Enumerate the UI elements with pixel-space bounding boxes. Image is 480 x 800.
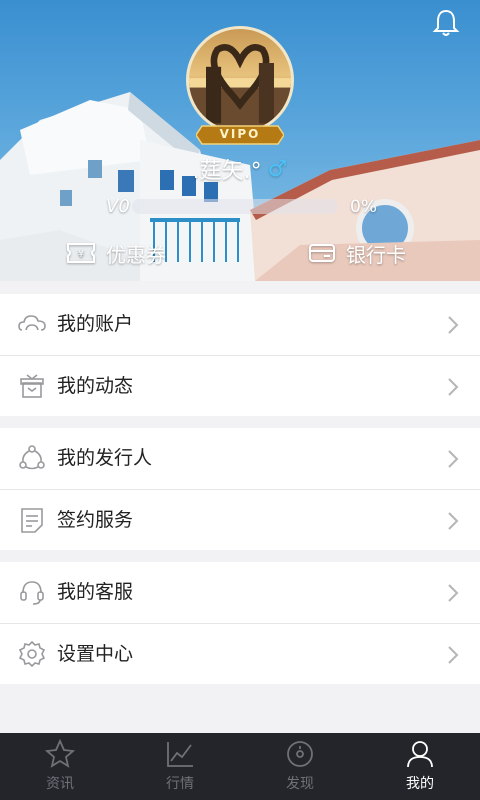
chevron-right-icon	[448, 316, 459, 334]
menu-item-signing-service[interactable]: 签约服务	[0, 489, 480, 550]
menu-item-my-activity[interactable]: 我的动态	[0, 355, 480, 416]
gender-male-icon: ♂	[267, 156, 288, 182]
avatar[interactable]	[186, 26, 294, 134]
chart-line-icon	[167, 742, 193, 767]
bank-card-label: 银行卡	[346, 242, 406, 267]
menu-group-account: 我的账户 我的动态	[0, 294, 480, 416]
gear-icon	[18, 640, 46, 668]
level-progress-bar	[132, 199, 338, 214]
coupon-button[interactable]: ¥ 优惠券	[66, 234, 166, 272]
tab-news[interactable]: 资讯	[0, 733, 120, 800]
username-row: .莛矢.° ♂	[0, 152, 480, 186]
cloud-icon	[18, 315, 46, 331]
username: .莛矢.°	[192, 159, 262, 184]
chevron-right-icon	[448, 450, 459, 468]
tab-me[interactable]: 我的	[360, 733, 480, 800]
person-icon	[407, 741, 433, 768]
profile-header: VIPO .莛矢.° ♂ V0 0% ¥ 优惠券 银行卡	[0, 0, 480, 281]
tab-label: 我的	[406, 776, 434, 792]
chevron-right-icon	[448, 584, 459, 602]
notification-bell-icon[interactable]	[432, 8, 460, 38]
gift-box-icon	[20, 374, 44, 398]
tab-market[interactable]: 行情	[120, 733, 240, 800]
menu-item-customer-service[interactable]: 我的客服	[0, 562, 480, 623]
vip-badge-text: VIPO	[219, 127, 261, 141]
menu-item-my-issuer[interactable]: 我的发行人	[0, 428, 480, 489]
share-nodes-icon	[19, 445, 45, 470]
bottom-tab-bar: 资讯 行情 发现 我的	[0, 733, 480, 800]
menu-item-settings[interactable]: 设置中心	[0, 623, 480, 684]
tab-label: 发现	[286, 776, 314, 792]
document-icon	[21, 508, 43, 533]
menu-item-my-account[interactable]: 我的账户	[0, 294, 480, 355]
menu-item-label: 我的发行人	[57, 447, 153, 469]
tab-label: 资讯	[46, 776, 74, 792]
tab-discover[interactable]: 发现	[240, 733, 360, 800]
menu-item-label: 签约服务	[57, 509, 134, 531]
bank-card-button[interactable]: 银行卡	[308, 234, 406, 272]
coupon-label: 优惠券	[106, 242, 166, 267]
menu-group-support: 我的客服 设置中心	[0, 562, 480, 684]
chevron-right-icon	[448, 378, 459, 396]
svg-text:¥: ¥	[78, 249, 84, 260]
menu-item-label: 我的客服	[57, 581, 134, 603]
level-label: V0	[106, 196, 130, 217]
chevron-right-icon	[448, 646, 459, 664]
coupon-icon: ¥	[67, 243, 95, 263]
headset-icon	[20, 581, 44, 605]
compass-icon	[287, 741, 313, 767]
menu-item-label: 我的动态	[57, 375, 134, 397]
menu-group-services: 我的发行人 签约服务	[0, 428, 480, 550]
tab-label: 行情	[166, 776, 194, 792]
bank-card-icon	[309, 244, 335, 262]
level-progress-text: 0%	[350, 197, 377, 217]
star-icon	[45, 739, 75, 768]
chevron-right-icon	[448, 512, 459, 530]
menu-item-label: 我的账户	[57, 313, 134, 335]
avatar-photo	[189, 43, 291, 131]
menu-item-label: 设置中心	[57, 643, 134, 665]
